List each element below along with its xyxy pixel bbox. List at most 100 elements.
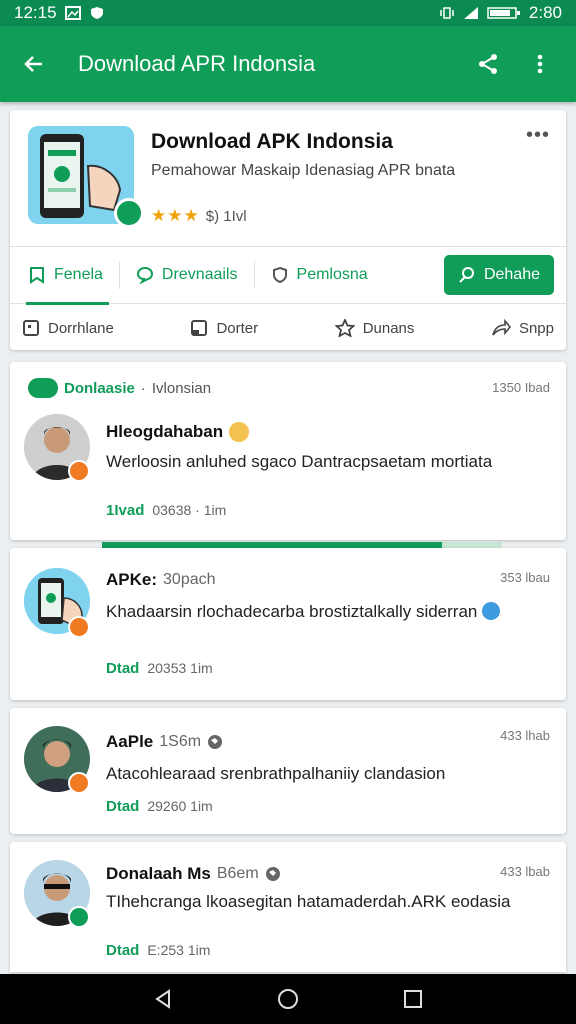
post-card[interactable]: APKe: 30pach 353 lbau Khadaarsin rlochad… xyxy=(10,548,566,700)
nav-back-button[interactable] xyxy=(143,979,183,1019)
feed-header: Donlaasie · Ivlonsian xyxy=(28,378,211,398)
badge-icon xyxy=(68,616,90,638)
action-snpp[interactable]: Snpp xyxy=(491,319,554,337)
status-right-text: 2:80 xyxy=(528,3,562,22)
square-recents-icon xyxy=(404,990,423,1008)
primary-action-button[interactable]: Dehahe xyxy=(443,255,554,295)
nav-home-button[interactable] xyxy=(268,979,308,1019)
post-author: Donalaah Ms B6em xyxy=(106,864,281,884)
feed-chip-label[interactable]: Donlaasie xyxy=(64,380,135,397)
app-rating: ★★★ $) 1Ivl xyxy=(151,206,247,226)
share-arrow-icon xyxy=(492,319,511,336)
more-vert-icon xyxy=(537,54,543,74)
action-dorrhlane[interactable]: Dorrhlane xyxy=(22,319,114,337)
post-author: APKe: 30pach xyxy=(106,570,216,590)
status-time: 12:15 xyxy=(14,3,57,22)
shield-icon xyxy=(272,266,287,284)
globe-icon xyxy=(208,735,223,749)
download-link[interactable]: Dtad xyxy=(106,660,139,677)
download-link[interactable]: Dtad xyxy=(106,942,139,959)
tab-fenela[interactable]: Fenela xyxy=(22,246,109,305)
circle-home-icon xyxy=(277,989,298,1009)
post-text-content: Khadaarsin rlochadecarba brostiztalkally… xyxy=(106,602,478,621)
tab-label: Drevnaails xyxy=(161,266,238,283)
rating-text: $) 1Ivl xyxy=(205,207,247,225)
card-more-icon[interactable]: ••• xyxy=(526,124,550,147)
phone-icon xyxy=(191,320,208,336)
post-footer: Dtad 29260 1im xyxy=(106,798,213,815)
verified-badge-icon xyxy=(114,198,144,228)
battery-icon xyxy=(487,7,520,19)
action-dunans[interactable]: Dunans xyxy=(334,319,415,337)
emoji-icon xyxy=(229,422,250,442)
search-icon xyxy=(459,267,474,283)
emoji-icon xyxy=(482,602,501,620)
author-meta: B6em xyxy=(216,865,259,882)
post-stats: E:253 1im xyxy=(147,942,211,958)
status-bar: 12:15 2:80 xyxy=(0,0,576,26)
image-notification-icon xyxy=(64,6,81,20)
author-name: Donalaah Ms xyxy=(106,864,211,883)
system-nav-bar xyxy=(0,974,576,1024)
badge-icon xyxy=(68,906,90,928)
download-link[interactable]: 1Ivad xyxy=(106,502,144,519)
bookmark-icon xyxy=(30,267,44,284)
feed-chip-icon xyxy=(28,378,58,398)
page-title: Download APR Indonsia xyxy=(78,51,316,76)
action-label: Dorter xyxy=(216,319,259,337)
action-label: Dunans xyxy=(362,319,415,337)
action-label: Dorrhlane xyxy=(48,319,114,337)
badge-icon xyxy=(68,460,90,482)
feed-subtitle: Ivlonsian xyxy=(151,379,212,397)
post-text: Atacohlearaad srenbrathpalhaniiy clandas… xyxy=(106,764,446,783)
divider xyxy=(118,261,120,289)
app-info-card: Download APK Indonsia Pemahowar Maskaip … xyxy=(10,110,566,350)
post-footer: 1Ivad 03638 · 1im xyxy=(106,502,226,519)
post-text: Khadaarsin rlochadecarba brostiztalkally… xyxy=(106,600,526,623)
signal-icon xyxy=(463,7,478,19)
globe-icon xyxy=(265,867,280,881)
post-time: 353 lbau xyxy=(500,570,550,585)
action-row: Dorrhlane Dorter Dunans Snpp xyxy=(10,306,566,350)
feed-count: 1350 Ibad xyxy=(492,380,550,395)
download-link[interactable]: Dtad xyxy=(106,798,139,815)
more-options-button[interactable] xyxy=(520,44,560,84)
post-stats: 20353 1im xyxy=(147,660,213,676)
arrow-left-icon xyxy=(24,56,42,72)
primary-action-label: Dehahe xyxy=(483,266,540,283)
post-time: 433 lhab xyxy=(500,728,550,743)
back-button[interactable] xyxy=(16,46,52,82)
post-time: 433 lbab xyxy=(500,864,550,879)
feed-separator: · xyxy=(140,379,146,397)
post-stats: 03638 · 1im xyxy=(152,502,227,518)
author-meta: 30pach xyxy=(163,571,216,588)
post-text: Werloosin anluhed sgaco Dantracpsaetam m… xyxy=(106,452,493,471)
share-button[interactable] xyxy=(468,44,508,84)
rating-stars: ★★★ xyxy=(151,206,200,225)
post-card[interactable]: AaPle 1S6m 433 lhab Atacohlearaad srenbr… xyxy=(10,708,566,834)
vibrate-icon xyxy=(440,7,454,19)
share-icon xyxy=(479,54,497,74)
shield-notification-icon xyxy=(90,7,103,19)
post-author: AaPle 1S6m xyxy=(106,732,223,752)
tab-pemlosna[interactable]: Pemlosna xyxy=(265,246,374,304)
author-name: AaPle xyxy=(106,732,154,751)
author-name: Hleogdahaban xyxy=(106,422,224,441)
chat-icon xyxy=(136,266,153,284)
action-label: Snpp xyxy=(518,319,554,337)
post-card[interactable]: Donalaah Ms B6em 433 lbab TIhehcranga lk… xyxy=(10,842,566,972)
app-description: Pemahowar Maskaip Idenasiag APR bnata xyxy=(151,162,456,179)
tab-label: Pemlosna xyxy=(296,266,368,283)
app-name: Download APK Indonsia xyxy=(151,130,393,153)
post-footer: Dtad 20353 1im xyxy=(106,660,213,677)
tab-bar: Fenela Drevnaails Pemlosna Dehahe xyxy=(10,246,566,305)
author-name: APKe: xyxy=(106,570,158,589)
badge-icon xyxy=(68,772,90,794)
app-bar: Download APR Indonsia xyxy=(0,26,576,102)
action-dorter[interactable]: Dorter xyxy=(190,319,258,337)
triangle-back-icon xyxy=(154,989,170,1009)
post-stats: 29260 1im xyxy=(147,798,213,814)
tab-drevnaails[interactable]: Drevnaails xyxy=(130,246,244,304)
author-meta: 1S6m xyxy=(159,733,202,750)
nav-recents-button[interactable] xyxy=(393,979,433,1019)
